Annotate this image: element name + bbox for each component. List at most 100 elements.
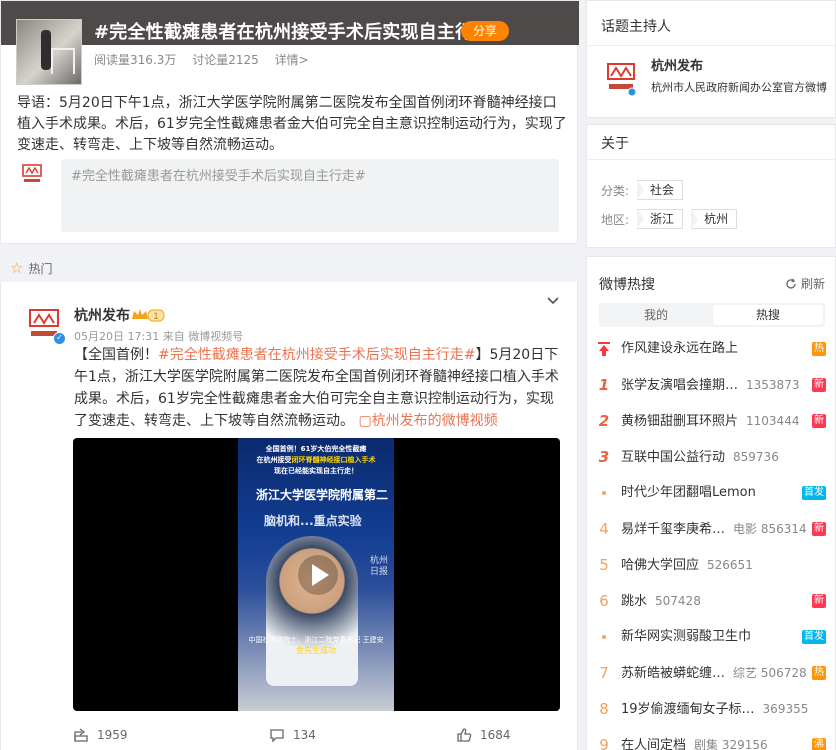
post-hashtag-link[interactable]: #完全性截瘫患者在杭州接受手术后实现自主行走# — [158, 347, 475, 363]
hot-search-item[interactable]: 7 苏新皓被蟒蛇缠… 综艺 506728 热 — [587, 661, 836, 685]
hot-label-text: 热门 — [28, 261, 53, 276]
hot-search-title: 微博热搜 — [599, 277, 655, 293]
topic-thumbnail[interactable] — [16, 19, 82, 85]
divider — [587, 159, 835, 160]
category-tag[interactable]: 社会 — [637, 180, 684, 200]
pinned-arrow-icon — [597, 337, 611, 368]
hot-search-item[interactable]: 时代少年团翻唱Lemon 首发 — [587, 481, 836, 505]
hot-search-item[interactable]: 作风建设永远在路上 热 — [587, 337, 836, 361]
read-count: 阅读量316.3万 — [94, 53, 177, 67]
video-subtitle: 中国社学院院士、浙江二院党委书记 王建安 — [248, 636, 384, 644]
hot-search-count: 369355 — [762, 702, 809, 716]
video-link[interactable]: ▢杭州发布的微博视频 — [358, 413, 497, 429]
chevron-down-icon[interactable] — [546, 294, 560, 308]
hot-search-card: 微博热搜 刷新 我的 热搜 作风建设永远在路上热 1 张学友演唱会撞期… 135387… — [586, 256, 836, 750]
hot-search-title-text: 跳水 — [621, 594, 648, 609]
hot-search-badge: 新 — [812, 522, 826, 536]
hot-search-item[interactable]: 1 张学友演唱会撞期… 1353873 新 — [587, 373, 836, 397]
star-icon: ☆ — [10, 259, 24, 277]
hot-search-item[interactable]: 2 黄杨钿甜删耳环照片 1103444 新 — [587, 409, 836, 433]
tab-hot-search[interactable]: 热搜 — [713, 305, 823, 325]
hot-search-badge: 首发 — [802, 486, 826, 500]
play-icon[interactable] — [297, 554, 339, 596]
comment-input[interactable]: #完全性截瘫患者在杭州接受手术后实现自主行走# — [61, 159, 559, 232]
hot-search-item[interactable]: 5 哈佛大学回应 526651 — [587, 553, 836, 577]
hot-rank: 5 — [599, 556, 609, 574]
hot-search-text: 新华网实测弱酸卫生巾 — [621, 625, 751, 649]
hot-search-tabs: 我的 热搜 — [599, 303, 825, 327]
hot-search-item[interactable]: 4 易烊千玺李庚希… 电影 856314 新 — [587, 517, 836, 541]
hot-search-text: 19岁偷渡缅甸女子标… 369355 — [621, 697, 808, 722]
hot-search-badge: 首发 — [802, 630, 826, 644]
video-link-text: 杭州发布的微博视频 — [371, 413, 498, 429]
tab-mine[interactable]: 我的 — [601, 305, 711, 325]
video-link-icon: ▢ — [358, 413, 372, 429]
video-player[interactable]: 全国首例！61岁大伯完全性截瘫 在杭州接受闭环脊髓神经接口植入手术 现在已经能实… — [73, 438, 560, 711]
repost-count: 1959 — [97, 728, 128, 742]
hot-search-badge: 新 — [812, 378, 826, 392]
hot-search-item[interactable]: 新华网实测弱酸卫生巾 首发 — [587, 625, 836, 649]
details-link[interactable]: 详情> — [275, 53, 309, 67]
hot-search-item[interactable]: 8 19岁偷渡缅甸女子标… 369355 — [587, 697, 836, 721]
hot-search-count: 526651 — [707, 558, 753, 572]
video-sign-text: 浙江大学医学院附属第二 — [256, 488, 389, 502]
hot-search-title-text: 新华网实测弱酸卫生巾 — [621, 629, 752, 644]
category-label: 分类: — [601, 183, 630, 198]
hot-search-badge: 新 — [812, 594, 826, 608]
repost-icon — [74, 728, 88, 742]
hot-search-title-text: 张学友演唱会撞期… — [621, 378, 739, 393]
hot-rank: 9 — [599, 736, 609, 750]
hot-rank: 8 — [599, 700, 609, 718]
comment-button[interactable]: 134 — [269, 727, 316, 743]
video-sign-text-2: 脑机和...重点实验 — [264, 514, 362, 528]
post-actions: 1959 134 1684 — [1, 727, 579, 750]
hot-search-item[interactable]: 6 跳水 507428 新 — [587, 589, 836, 613]
hot-search-badge: 热 — [812, 666, 826, 680]
post-card: ✓ 杭州发布 1 05月20日 17:31 来自 微博视频号 【全国首例！#完全… — [0, 282, 578, 750]
region-tag-zhejiang[interactable]: 浙江 — [637, 209, 684, 229]
hot-search-text: 跳水 507428 — [621, 589, 701, 614]
hot-search-count: 电影 856314 — [733, 522, 807, 536]
host-card: 话题主持人 杭州发布 杭州市人民政府新闻办公室官方微博 — [586, 0, 836, 118]
share-button[interactable]: 分享 — [461, 21, 509, 41]
verified-icon: ✓ — [53, 332, 66, 345]
hot-search-count: 859736 — [733, 450, 779, 464]
video-caption-line1: 全国首例！61岁大伯完全性截瘫 — [265, 445, 367, 453]
hot-rank: 1 — [598, 376, 610, 394]
hot-search-text: 哈佛大学回应 526651 — [621, 553, 753, 578]
topic-stats: 阅读量316.3万 讨论量2125 详情> — [94, 51, 321, 68]
like-button[interactable]: 1684 — [456, 727, 511, 743]
refresh-button[interactable]: 刷新 — [785, 275, 825, 292]
post-author[interactable]: 杭州发布 — [74, 305, 130, 325]
about-card: 关于 分类: 社会 地区: 浙江 杭州 — [586, 124, 836, 248]
divider — [587, 45, 835, 46]
post-source: 来自 微博视频号 — [162, 330, 244, 343]
repost-button[interactable]: 1959 — [73, 727, 128, 743]
hot-search-count: 1353873 — [746, 378, 800, 392]
host-name[interactable]: 杭州发布 — [651, 55, 703, 74]
hot-search-badge: 热 — [812, 342, 826, 356]
level-number: 1 — [153, 311, 158, 321]
hot-search-item[interactable]: 9 在人间定档 剧集 329156 沸 — [587, 733, 836, 750]
hot-search-count: 1103444 — [746, 414, 800, 428]
host-description: 杭州市人民政府新闻办公室官方微博 — [651, 81, 827, 94]
hot-rank: 7 — [599, 664, 609, 682]
discussion-count: 讨论量2125 — [192, 53, 259, 67]
region-tag-hangzhou[interactable]: 杭州 — [691, 209, 738, 229]
hot-section-label: ☆ 热门 — [10, 259, 52, 277]
hot-search-title-text: 黄杨钿甜删耳环照片 — [621, 414, 739, 429]
hot-search-title-text: 时代少年团翻唱Lemon — [621, 485, 756, 500]
video-watermark: 杭州 日报 — [369, 556, 388, 577]
refresh-icon — [786, 278, 796, 289]
host-avatar[interactable] — [605, 61, 637, 97]
video-caption-line3: 现在已经能实现自主行走！ — [274, 467, 358, 475]
about-section-title: 关于 — [601, 136, 629, 152]
hot-search-title-text: 易烊千玺李庚希… — [621, 522, 726, 537]
topic-title: #完全性截瘫患者在杭州接受手术后实现自主行走# — [94, 22, 507, 43]
hot-search-count: 507428 — [655, 594, 701, 608]
post-time[interactable]: 05月20日 17:31 — [74, 330, 159, 343]
hot-search-title-text: 哈佛大学回应 — [621, 558, 700, 573]
region-label: 地区: — [601, 212, 630, 227]
hot-search-item[interactable]: 3 互联中国公益行动 859736 — [587, 445, 836, 469]
avatar[interactable]: ✓ — [25, 304, 66, 345]
